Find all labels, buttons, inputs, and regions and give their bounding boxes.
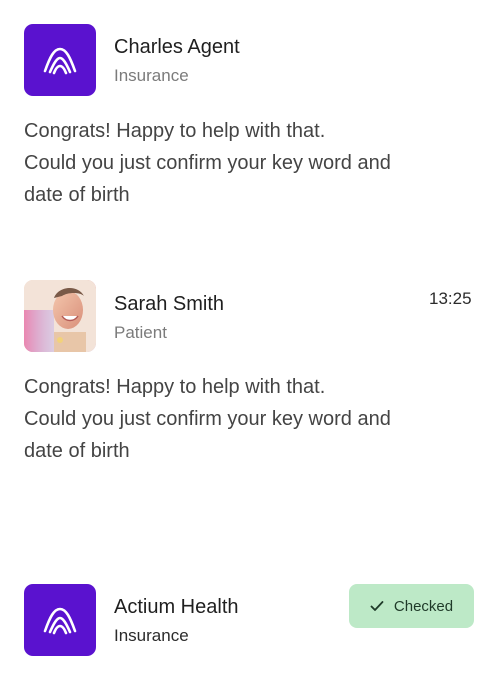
message-line: Could you just confirm your key word and [24,152,391,174]
message-line: date of birth [24,184,130,206]
status-badge-label: Checked [393,597,454,615]
message-line: Congrats! Happy to help with that. [24,120,326,142]
message-time: 13:25 [429,289,472,308]
contact-role: Insurance [114,626,189,645]
message-line: Congrats! Happy to help with that. [24,376,326,398]
contact-role: Patient [114,323,167,342]
contact-name: Actium Health [114,596,239,618]
brand-logo-icon [43,47,77,75]
status-badge: Checked [349,584,474,628]
avatar-charles-agent [24,24,96,96]
check-icon [370,601,384,611]
brand-logo-icon [43,607,77,635]
avatar-actium-health [24,584,96,656]
contact-name: Sarah Smith [114,293,225,315]
contact-role: Insurance [114,66,189,85]
message-line: date of birth [24,440,130,462]
contact-name: Charles Agent [114,36,240,58]
message-text: Congrats! Happy to help with that. Could… [24,115,464,211]
profile-photo [24,280,96,352]
message-text: Congrats! Happy to help with that. Could… [24,371,464,467]
avatar-sarah-smith [24,280,96,352]
message-line: Could you just confirm your key word and [24,408,391,430]
